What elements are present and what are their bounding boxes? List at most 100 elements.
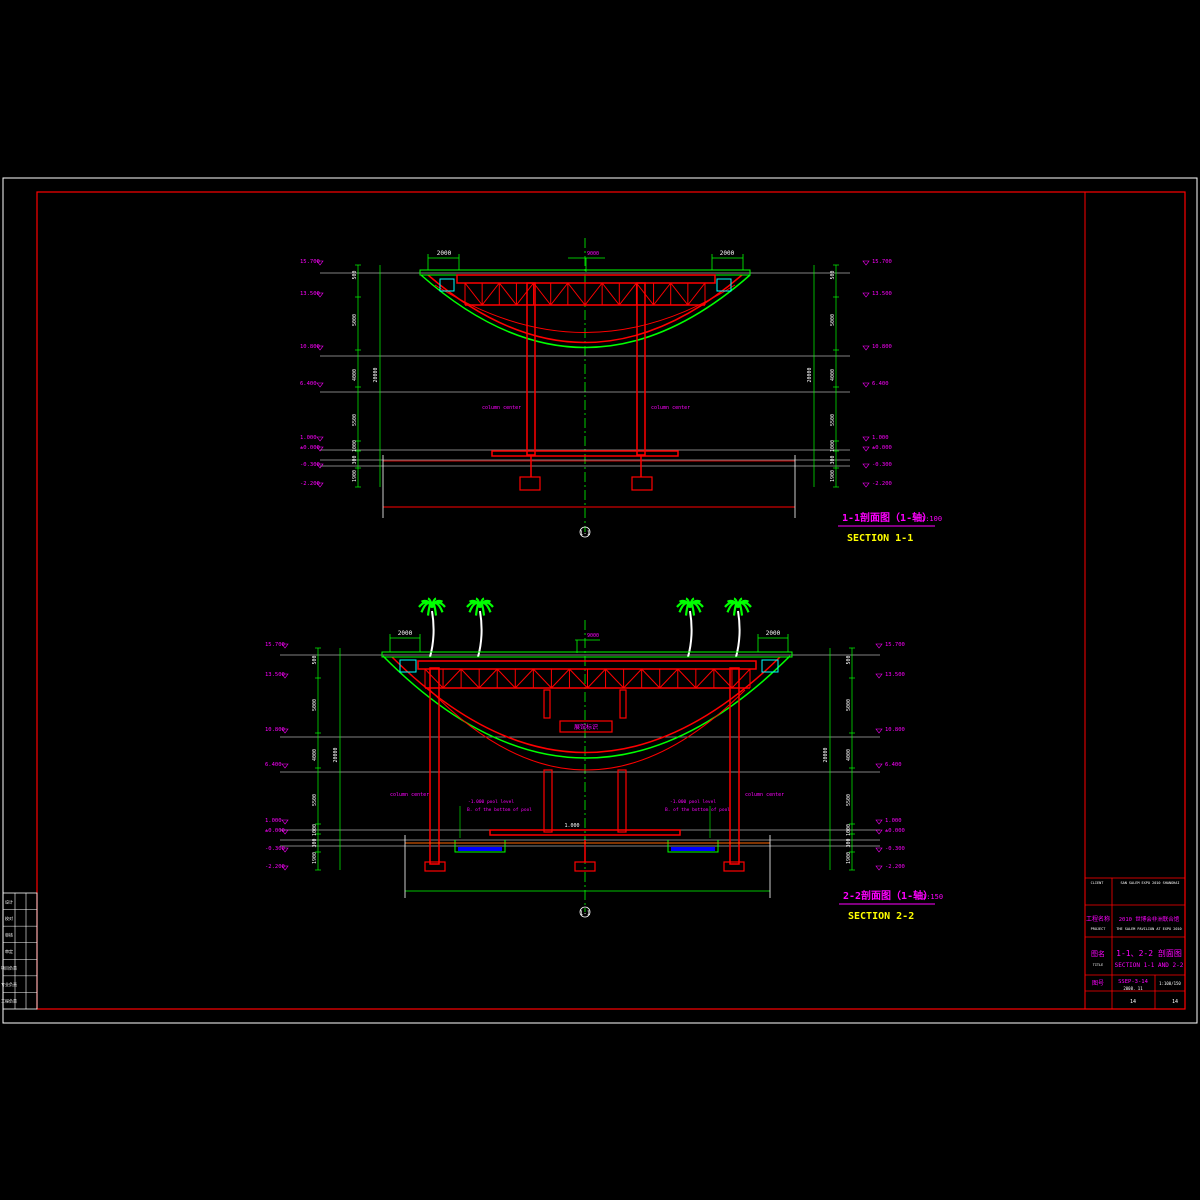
project-label-cn: 工程名称 (1086, 915, 1110, 923)
client-name: SAN SALEM EXPO 2010 SHANGHAI (1120, 881, 1179, 885)
palm-tree (676, 597, 704, 658)
top-dimensions (427, 254, 744, 272)
top-dim-left: 2000 (398, 630, 413, 637)
client-label: CLIENT (1091, 881, 1105, 885)
drawing-no-label: 图号 (1092, 980, 1104, 987)
revision-row-label: 审定 (5, 948, 13, 954)
project-label-en: PROJECT (1091, 927, 1107, 931)
roof-deck (381, 651, 793, 658)
vertical-dimension: 300 (352, 455, 358, 464)
footing-right (631, 476, 653, 491)
title-block: CLIENT SAN SALEM EXPO 2010 SHANGHAI 工程名称… (1084, 877, 1186, 1010)
revision-block: 设计校对审核审定项目负责专业负责工程负责 (1, 892, 38, 1010)
truss-top-chord (417, 660, 757, 670)
level-label: -0.300 (885, 846, 905, 852)
top-dim-right: 2000 (766, 630, 781, 637)
levels-left: 15.700 13.500 10.800 6.400 1.000 ±0.000 -0.300… (265, 642, 341, 871)
vertical-dimension: 500 (830, 270, 836, 279)
section-scale: 1:150 (922, 893, 943, 901)
vertical-dimension: 4000 (352, 369, 358, 381)
vertical-dimension: 4000 (846, 749, 852, 761)
column-right (636, 282, 646, 456)
level-label: -0.300 (265, 846, 285, 852)
vertical-dimension: 20000 (807, 367, 813, 382)
bowl-inner (391, 656, 781, 754)
truss-web (464, 282, 706, 306)
top-dim-right: 2000 (720, 250, 735, 257)
revision-row-label: 校对 (5, 915, 13, 921)
floor-platform (491, 450, 679, 457)
vertical-dimension: 1900 (352, 470, 358, 482)
level-label: -2.200 (300, 481, 320, 487)
axis-label: 1-1 (580, 910, 591, 917)
drawing-title-en: SECTION 1-1 AND 2-2 (1115, 962, 1184, 969)
vertical-dimension: 5500 (312, 794, 318, 806)
level-label: ±0.000 (265, 828, 285, 834)
axis-label: 1-1 (580, 530, 591, 537)
level-label: -2.200 (885, 864, 905, 870)
revision-row-label: 工程负责 (1, 998, 17, 1004)
level-label: 6.400 (300, 381, 317, 387)
vertical-dimension: 5000 (846, 699, 852, 711)
column-center-left (543, 769, 553, 833)
drawing-date: 2008. 11 (1123, 986, 1143, 991)
level-label: 1.000 (885, 818, 902, 824)
vertical-dimension: 1000 (312, 824, 318, 836)
vertical-dimension: 20000 (333, 747, 339, 762)
level-label: ±0.000 (300, 445, 320, 451)
column-center-right (617, 769, 627, 833)
vertical-dimension: 4000 (830, 369, 836, 381)
level-label: ±0.000 (872, 445, 892, 451)
truss-web (424, 668, 751, 689)
project-name-cn: 2010 世博会非洲联合馆 (1119, 915, 1180, 923)
revision-row-label: 专业负责 (1, 981, 17, 987)
revision-row-label: 项目负责 (1, 965, 17, 971)
section-title-en: SECTION 1-1 (847, 533, 913, 544)
level-label: 13.500 (885, 672, 905, 678)
vertical-dimension: 5500 (846, 794, 852, 806)
level-label: 6.400 (872, 381, 889, 387)
section-title-cn: 2-2剖面图（1-轴） (843, 889, 933, 902)
vertical-dimension: 4000 (312, 749, 318, 761)
drawing-title-cn: 1-1、2-2 剖面图 (1116, 948, 1182, 958)
level-label: 13.500 (872, 291, 892, 297)
palm-tree (466, 597, 494, 658)
vertical-dimension: 5000 (312, 699, 318, 711)
level-label: 10.800 (885, 727, 905, 733)
center-tag: 9000 (587, 633, 599, 639)
level-label: 1.000 (265, 818, 282, 824)
section-title-cn: 1-1剖面图（1-轴） (842, 511, 932, 524)
vertical-dimension: 300 (312, 838, 318, 847)
levels-left: 15.700 13.500 10.800 6.400 1.000 ±0.000 -0.300… (300, 259, 381, 488)
vertical-dimension: 1000 (830, 440, 836, 452)
level-label: ±0.000 (885, 828, 905, 834)
palm-tree (418, 597, 446, 658)
column-note-left: column center (482, 405, 521, 411)
sheet-number-right: 14 (1172, 999, 1178, 1005)
center-tag: 9000 (587, 251, 599, 257)
section-scale: 1:100 (921, 515, 942, 523)
section-1-1: 1-1 2000 2000 9000 column center column … (300, 238, 942, 544)
vertical-dimension: 5000 (352, 314, 358, 326)
level-lines (280, 654, 880, 847)
vertical-dimension: 500 (846, 655, 852, 664)
bottom-note-left: B. of the bottom of pool (467, 807, 532, 813)
level-label: 1.000 (300, 435, 317, 441)
level-label: 10.800 (872, 344, 892, 350)
vertical-dimension: 1900 (312, 852, 318, 864)
vertical-dimension: 5500 (352, 414, 358, 426)
pool-note-right: -1.000 pool level (670, 799, 716, 805)
vertical-dimension: 300 (846, 838, 852, 847)
sheet-number: 14 (1130, 999, 1136, 1005)
level-label: 1.000 (872, 435, 889, 441)
pool-water-left (458, 847, 502, 851)
vertical-dimension: 1000 (846, 824, 852, 836)
drawing-no: SSEP-3-14 (1118, 979, 1148, 985)
levels-right: 15.700 13.500 10.800 6.400 1.000 ±0.000 -0.300… (807, 259, 892, 488)
level-label: 10.800 (300, 344, 320, 350)
drawing-label-en: TITLE (1093, 963, 1104, 967)
column-note-right: column center (651, 405, 690, 411)
level-label: 15.700 (885, 642, 905, 648)
level-label: 15.700 (872, 259, 892, 265)
vertical-dimension: 1000 (352, 440, 358, 452)
